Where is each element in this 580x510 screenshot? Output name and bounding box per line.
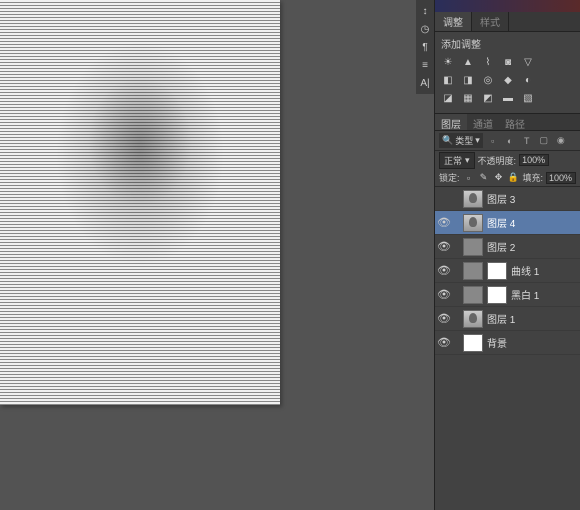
layer-thumb xyxy=(463,238,483,256)
align-icon[interactable]: ≡ xyxy=(418,58,432,72)
hue-icon[interactable]: ◧ xyxy=(441,73,455,87)
layer-row[interactable]: 👁 曲线 1 xyxy=(435,259,580,283)
layer-row[interactable]: 👁 背景 xyxy=(435,331,580,355)
add-adjustment-label: 添加调整 xyxy=(441,36,574,51)
brightness-icon[interactable]: ☀ xyxy=(441,55,455,69)
adjustment-thumb xyxy=(463,286,483,304)
lock-row: 锁定: ▫ ✎ ✥ 🔒 填充: 100% xyxy=(435,169,580,187)
layers-panel-tabs: 图层 通道 路径 xyxy=(435,113,580,131)
vertical-toolbar: ↕ ◷ ¶ ≡ A| xyxy=(416,0,434,94)
blend-mode-value: 正常 xyxy=(444,154,462,167)
blend-mode-row: 正常 ▾ 不透明度: 100% xyxy=(435,151,580,169)
layer-name-label: 图层 4 xyxy=(487,215,515,230)
layer-name-label: 图层 2 xyxy=(487,239,515,254)
layer-row[interactable]: 👁 图层 1 xyxy=(435,307,580,331)
layer-row[interactable]: 👁 图层 3 xyxy=(435,187,580,211)
layer-name-label: 背景 xyxy=(487,335,507,350)
channel-mixer-icon[interactable]: ◆ xyxy=(501,73,515,87)
opacity-label: 不透明度: xyxy=(478,154,517,167)
lock-label: 锁定: xyxy=(439,171,460,184)
filter-adjust-icon[interactable]: ◐ xyxy=(503,134,517,148)
styles-tab[interactable]: 样式 xyxy=(472,12,509,31)
colorize-icon[interactable]: ◐ xyxy=(521,73,535,87)
layer-name-label: 图层 3 xyxy=(487,191,515,206)
layer-row[interactable]: 👁 图层 2 xyxy=(435,235,580,259)
visibility-toggle-icon[interactable]: 👁 xyxy=(437,216,451,230)
adjust-tab[interactable]: 调整 xyxy=(435,12,472,31)
fill-input[interactable]: 100% xyxy=(546,172,576,184)
search-icon: 🔍 xyxy=(442,135,453,146)
adjust-panel-tabs: 调整 样式 xyxy=(435,12,580,32)
adjustment-thumb xyxy=(463,262,483,280)
layer-row[interactable]: 👁 图层 4 xyxy=(435,211,580,235)
layers-list: 👁 图层 3 👁 图层 4 👁 图层 2 👁 曲线 1 👁 黑白 1 👁 图层 1 👁 背景 xyxy=(435,187,580,510)
filter-pixel-icon[interactable]: ▫ xyxy=(486,134,500,148)
curves-icon[interactable]: ⌇ xyxy=(481,55,495,69)
visibility-toggle-icon[interactable]: 👁 xyxy=(437,264,451,278)
layers-tab[interactable]: 图层 xyxy=(435,114,467,130)
mask-thumb xyxy=(487,262,507,280)
posterize-icon[interactable]: ▦ xyxy=(461,91,475,105)
layer-name-label: 黑白 1 xyxy=(511,287,539,302)
lock-all-icon[interactable]: 🔒 xyxy=(508,172,520,184)
selective-color-icon[interactable]: ▧ xyxy=(521,91,535,105)
swap-icon[interactable]: ↕ xyxy=(418,4,432,18)
filter-shape-icon[interactable]: ▢ xyxy=(537,134,551,148)
lock-move-icon[interactable]: ✥ xyxy=(493,172,505,184)
visibility-toggle-icon[interactable]: 👁 xyxy=(437,192,451,206)
adjustments-panel: 添加调整 ☀ ▲ ⌇ ◙ ▽ ◧ ◨ ◎ ◆ ◐ ◪ ▦ ◩ ▬ ▧ xyxy=(435,32,580,113)
photo-filter-icon[interactable]: ◎ xyxy=(481,73,495,87)
gradient-map-icon[interactable]: ▬ xyxy=(501,91,515,105)
bw-icon[interactable]: ◨ xyxy=(461,73,475,87)
chevron-down-icon: ▾ xyxy=(465,155,470,166)
portrait-image xyxy=(0,0,280,405)
right-panels: 调整 样式 添加调整 ☀ ▲ ⌇ ◙ ▽ ◧ ◨ ◎ ◆ ◐ ◪ ▦ ◩ ▬ ▧… xyxy=(434,0,580,510)
layer-name-label: 曲线 1 xyxy=(511,263,539,278)
exposure-icon[interactable]: ◙ xyxy=(501,55,515,69)
layer-row[interactable]: 👁 黑白 1 xyxy=(435,283,580,307)
layer-filter-row: 🔍 类型 ▾ ▫ ◐ T ▢ ◉ xyxy=(435,131,580,151)
vibrance-icon[interactable]: ▽ xyxy=(521,55,535,69)
character-icon[interactable]: A| xyxy=(418,76,432,90)
layer-thumb xyxy=(463,334,483,352)
color-preview-strip xyxy=(435,0,580,12)
filter-smart-icon[interactable]: ◉ xyxy=(554,134,568,148)
paths-tab[interactable]: 路径 xyxy=(499,114,531,130)
filter-type-dropdown[interactable]: 🔍 类型 ▾ xyxy=(439,133,483,148)
lock-transparent-icon[interactable]: ▫ xyxy=(463,172,475,184)
filter-label: 类型 xyxy=(455,134,473,147)
chevron-down-icon: ▾ xyxy=(475,135,480,146)
levels-icon[interactable]: ▲ xyxy=(461,55,475,69)
fill-label: 填充: xyxy=(523,171,544,184)
filter-text-icon[interactable]: T xyxy=(520,134,534,148)
layer-thumb xyxy=(463,214,483,232)
layer-thumb xyxy=(463,310,483,328)
lock-brush-icon[interactable]: ✎ xyxy=(478,172,490,184)
opacity-input[interactable]: 100% xyxy=(519,154,549,166)
visibility-toggle-icon[interactable]: 👁 xyxy=(437,336,451,350)
blend-mode-dropdown[interactable]: 正常 ▾ xyxy=(439,152,475,169)
threshold-icon[interactable]: ◩ xyxy=(481,91,495,105)
layer-thumb xyxy=(463,190,483,208)
paragraph-icon[interactable]: ¶ xyxy=(418,40,432,54)
layer-name-label: 图层 1 xyxy=(487,311,515,326)
history-icon[interactable]: ◷ xyxy=(418,22,432,36)
document-canvas[interactable] xyxy=(0,0,280,405)
invert-icon[interactable]: ◪ xyxy=(441,91,455,105)
visibility-toggle-icon[interactable]: 👁 xyxy=(437,240,451,254)
channels-tab[interactable]: 通道 xyxy=(467,114,499,130)
visibility-toggle-icon[interactable]: 👁 xyxy=(437,312,451,326)
mask-thumb xyxy=(487,286,507,304)
visibility-toggle-icon[interactable]: 👁 xyxy=(437,288,451,302)
